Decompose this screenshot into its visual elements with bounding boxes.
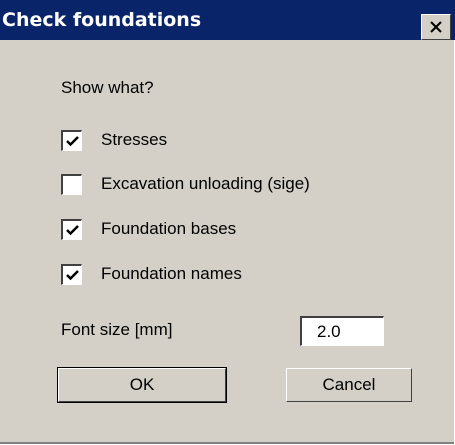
show-what-label: Show what? bbox=[61, 78, 154, 97]
foundation-bases-label: Foundation bases bbox=[101, 219, 237, 238]
excavation-unloading-checkbox[interactable] bbox=[61, 174, 82, 195]
foundation-names-checkbox[interactable] bbox=[61, 264, 82, 285]
checkmark-icon bbox=[66, 270, 79, 281]
foundation-names-label: Foundation names bbox=[101, 264, 242, 283]
checkmark-icon bbox=[66, 136, 79, 147]
cancel-button[interactable]: Cancel bbox=[286, 368, 412, 402]
window-title: Check foundations bbox=[2, 9, 202, 31]
close-icon bbox=[430, 21, 442, 33]
close-button[interactable] bbox=[421, 14, 451, 40]
stresses-label: Stresses bbox=[101, 130, 168, 149]
font-size-input[interactable]: 2.0 bbox=[300, 316, 384, 346]
check-foundations-dialog: Check foundations Show what? Stresses Ex… bbox=[0, 0, 455, 445]
ok-button[interactable]: OK bbox=[57, 367, 227, 403]
title-bar[interactable]: Check foundations bbox=[0, 0, 455, 40]
stresses-checkbox[interactable] bbox=[61, 130, 82, 151]
foundation-bases-checkbox[interactable] bbox=[61, 219, 82, 240]
excavation-unloading-label: Excavation unloading (sige) bbox=[101, 174, 310, 193]
checkmark-icon bbox=[66, 225, 79, 236]
font-size-label: Font size [mm] bbox=[61, 320, 173, 339]
